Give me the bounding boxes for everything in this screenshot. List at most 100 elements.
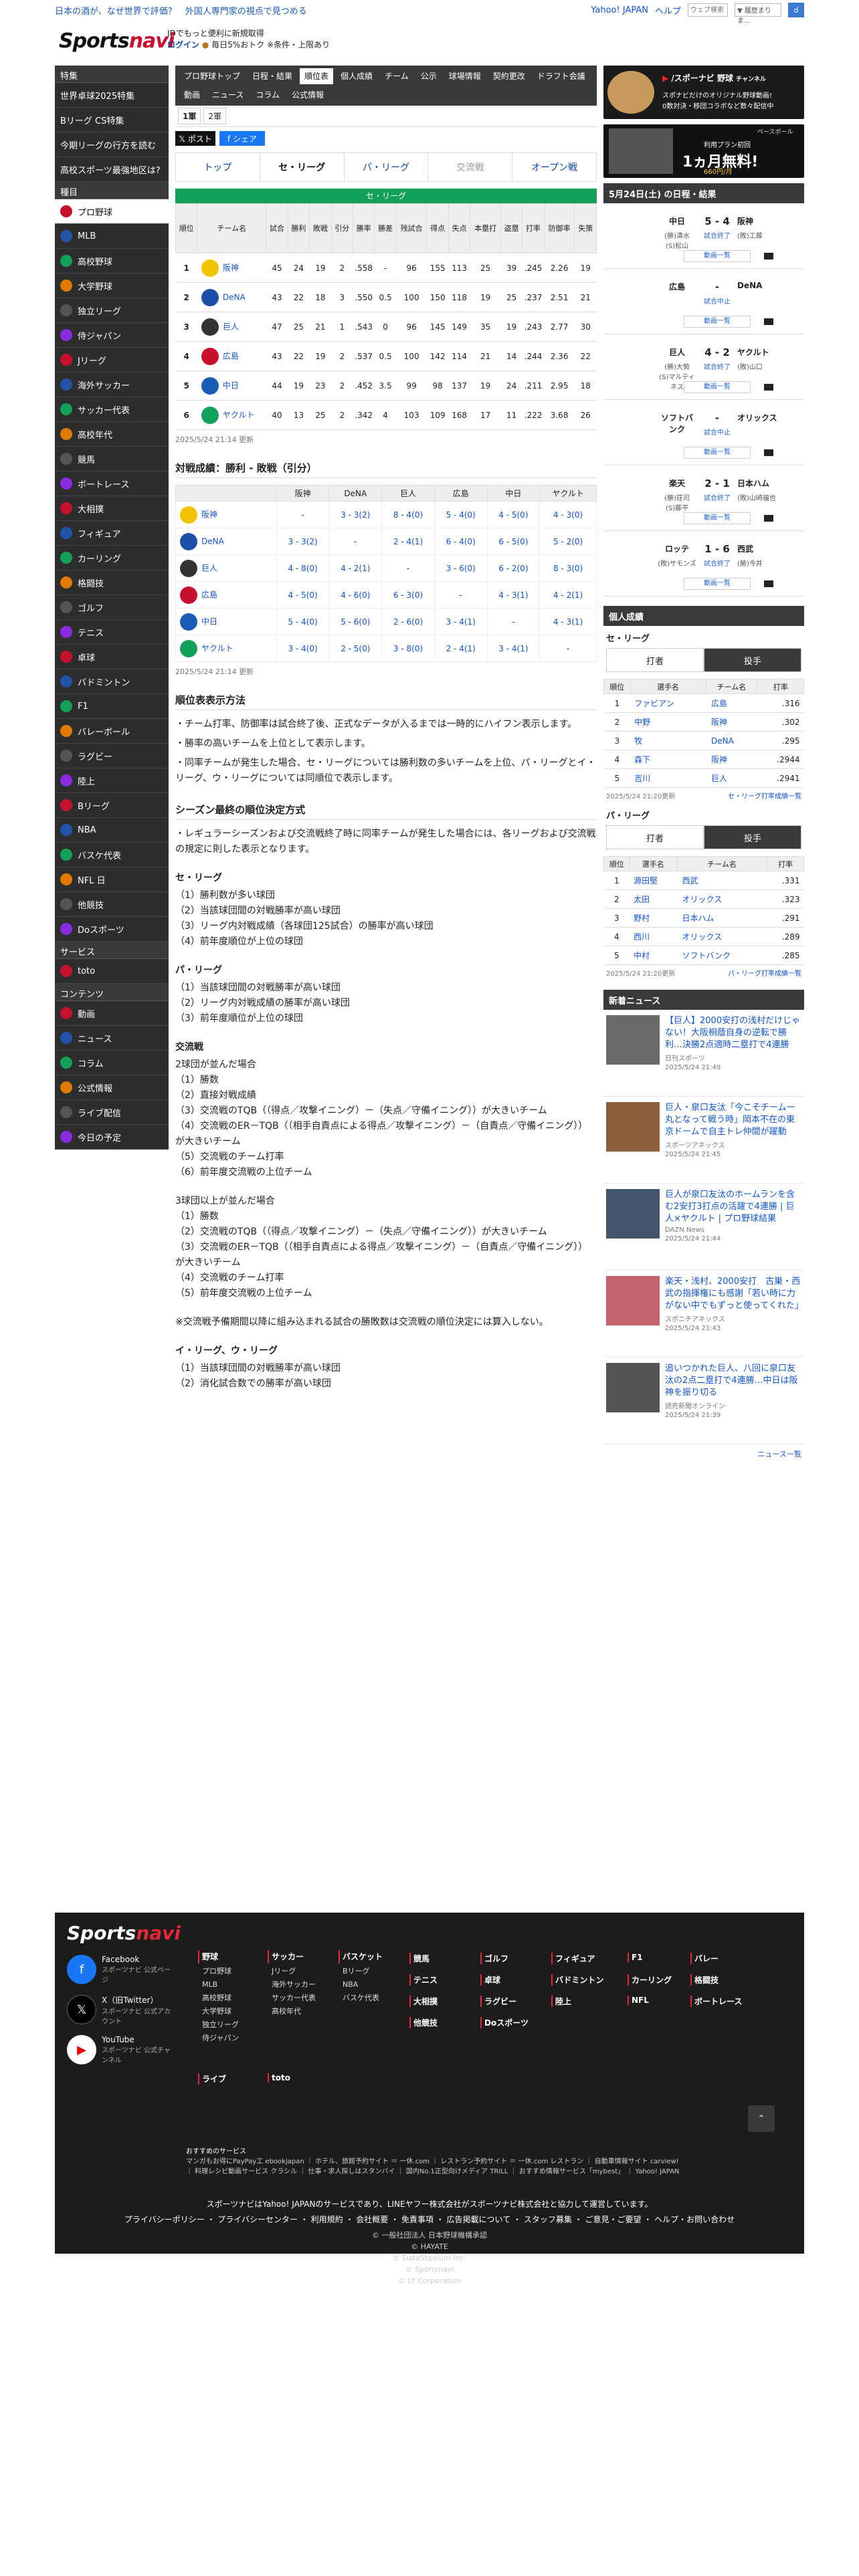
h2h-cell[interactable]: 巨人 (175, 554, 277, 582)
footer-sport-link[interactable]: バレー (690, 1953, 719, 1964)
h2h-cell[interactable]: 4 - 6(0) (328, 581, 383, 609)
sidebar-item[interactable]: 卓球 (55, 645, 169, 669)
game-score[interactable]: 4 - 2 (690, 346, 744, 358)
news-thumbnail[interactable] (606, 1276, 660, 1325)
ind-cell[interactable]: 中村 (630, 946, 677, 965)
tab-item[interactable]: 契約更改 (488, 68, 530, 84)
sidebar-item[interactable]: 公式情報 (55, 1075, 169, 1100)
team-link[interactable]: 巨人 (201, 563, 217, 572)
points-text[interactable]: 毎日5%おトク ※条件・上限あり (211, 40, 330, 49)
footer-col-item[interactable]: 侍ジャパン (198, 2032, 239, 2045)
footer-col-item[interactable]: NBA (339, 1978, 383, 1992)
sidebar-item[interactable]: Bリーグ (55, 793, 169, 818)
sidebar-item[interactable]: ラグビー (55, 744, 169, 768)
sidebar-item[interactable]: フィギュア (55, 521, 169, 546)
footer-col-item[interactable]: 大学野球 (198, 2005, 239, 2018)
game-status[interactable]: 試合終了 (690, 361, 744, 371)
tab-item[interactable]: チーム (380, 68, 413, 84)
ind-ce-batter-tab[interactable]: 打者 (606, 648, 704, 672)
sidebar-item[interactable]: 今期リーグの行方を読む (55, 132, 169, 157)
h2h-cell[interactable]: 5 - 6(0) (328, 608, 383, 635)
h2h-cell[interactable]: 2 - 5(0) (328, 635, 383, 662)
sidebar-item[interactable]: カーリング (55, 546, 169, 570)
h2h-cell[interactable]: 5 - 2(0) (539, 528, 597, 555)
footer-sport-link[interactable]: バドミントン (551, 1974, 603, 1985)
h2h-cell[interactable]: 広島 (175, 581, 277, 609)
news-title[interactable]: 【巨人】2000安打の浅村だけじゃない！大阪桐蔭自身の逆転で勝利…決勝2点適時二… (665, 1015, 801, 1051)
footer-live[interactable]: ライブ (198, 2073, 226, 2084)
ind-ce-link[interactable]: セ・リーグ打率成績一覧 (728, 790, 801, 800)
footer-sport-link[interactable]: 大相撲 (409, 1996, 438, 2007)
footer-sport-link[interactable]: カーリング (628, 1974, 672, 1985)
team-link[interactable]: 広島 (223, 351, 239, 360)
game-video-link[interactable]: 動画一覧 (684, 316, 751, 328)
ind-cell[interactable]: 日本ハム (676, 908, 767, 928)
sidebar-item[interactable]: 今日の予定 (55, 1125, 169, 1150)
sidebar-item[interactable]: toto (55, 959, 169, 984)
footer-col-item[interactable]: MLB (198, 1978, 239, 1992)
h2h-cell[interactable]: 2 - 6(0) (381, 608, 435, 635)
tab-item[interactable]: 動画 (179, 87, 205, 103)
sidebar-item[interactable]: 動画 (55, 1001, 169, 1026)
footer-toto[interactable]: toto (268, 2073, 290, 2082)
footer-col-item[interactable]: バスケ代表 (339, 1992, 383, 2005)
sidebar-item[interactable]: 競馬 (55, 447, 169, 471)
ind-cell[interactable]: 阪神 (706, 750, 757, 769)
back-to-top-button[interactable]: ⌃ (748, 2105, 775, 2132)
game-video-link[interactable]: 動画一覧 (684, 447, 751, 459)
news-item[interactable]: 巨人が泉口友汰のホームランを含む2安打3打点の活躍で4連勝 | 巨人×ヤクルト … (603, 1184, 804, 1271)
team-link[interactable]: DeNA (201, 536, 224, 546)
sidebar-item[interactable]: コラム (55, 1051, 169, 1075)
h2h-cell[interactable]: 4 - 8(0) (276, 554, 330, 582)
h2h-cell[interactable]: 6 - 5(0) (486, 528, 541, 555)
h2h-cell[interactable]: 3 - 3(2) (276, 528, 330, 555)
ind-cell[interactable]: 源田堅 (630, 871, 677, 890)
h2h-cell[interactable]: 6 - 3(0) (381, 581, 435, 609)
game-away-team[interactable]: DeNA (737, 281, 791, 290)
tab-item[interactable]: ドラフト会議 (533, 68, 590, 84)
sidebar-item[interactable]: サッカー代表 (55, 397, 169, 422)
footer-links[interactable]: プライバシーポリシー ・ プライバシーセンター ・ 利用規約 ・ 会社概要 ・ … (55, 2214, 804, 2226)
ind-cell[interactable]: 森下 (630, 750, 706, 769)
sidebar-item[interactable]: 格闘技 (55, 570, 169, 595)
game-status[interactable]: 試合中止 (690, 296, 744, 306)
standings-cell[interactable]: 中日 (197, 370, 266, 401)
squad-tab[interactable]: 2軍 (203, 108, 226, 124)
sidebar-item[interactable]: NBA (55, 818, 169, 843)
news-title[interactable]: 追いつかれた巨人、八回に泉口友汰の2点二塁打で4連勝…中日は阪神を振り切る (665, 1363, 801, 1399)
footer-sport-link[interactable]: NFL (628, 1996, 649, 2005)
team-link[interactable]: ヤクルト (201, 643, 233, 653)
h2h-cell[interactable]: 8 - 4(0) (381, 501, 435, 528)
news-item[interactable]: 【巨人】2000安打の浅村だけじゃない！大阪桐蔭自身の逆転で勝利…決勝2点適時二… (603, 1010, 804, 1097)
h2h-cell[interactable]: 5 - 4(0) (434, 501, 488, 528)
sidebar-item[interactable]: ゴルフ (55, 595, 169, 620)
game-away-team[interactable]: オリックス (737, 412, 791, 423)
sportsnavi-logo[interactable]: Sportsnavi (59, 29, 175, 53)
ind-cell[interactable]: ソフトバンク (676, 946, 767, 965)
game-status[interactable]: 試合終了 (690, 558, 744, 568)
footer-col-head[interactable]: サッカー (268, 1950, 316, 1963)
game-score[interactable]: 5 - 4 (690, 215, 744, 227)
sidebar-item[interactable]: Bリーグ CS特集 (55, 108, 169, 132)
news-thumbnail[interactable] (606, 1015, 660, 1065)
standings-cell[interactable]: DeNA (197, 282, 266, 312)
yahoo-link[interactable]: Yahoo! JAPAN (591, 5, 648, 15)
tab-item[interactable]: 個人成績 (336, 68, 377, 84)
sidebar-item[interactable]: MLB (55, 224, 169, 249)
footer-sport-link[interactable]: 卓球 (480, 1974, 500, 1985)
league-tab[interactable]: セ・リーグ (260, 153, 345, 181)
ind-cell[interactable]: 吉川 (630, 768, 706, 788)
footer-sport-link[interactable]: ラグビー (480, 1996, 516, 2007)
game-score[interactable]: 1 - 6 (690, 543, 744, 555)
ind-cell[interactable]: 西武 (676, 871, 767, 890)
team-link[interactable]: ヤクルト (223, 410, 255, 419)
h2h-cell[interactable]: 8 - 3(0) (539, 554, 597, 582)
footer-col-item[interactable]: 高校年代 (268, 2005, 316, 2018)
h2h-cell[interactable]: 5 - 4(0) (276, 608, 330, 635)
news-title[interactable]: 楽天・浅村、2000安打 古巣・西武の指揮権にも感謝「若い時に力がない中でもずっ… (665, 1276, 803, 1312)
game-status[interactable]: 試合終了 (690, 230, 744, 240)
footer-col-item[interactable]: 海外サッカー (268, 1978, 316, 1992)
baseball-channel-banner[interactable]: ▶ /スポーナビ 野球 チャンネル スポナビだけのオリジナル野球動画! 0数対決… (603, 66, 804, 119)
standings-cell[interactable]: ヤクルト (197, 400, 266, 430)
facebook-link[interactable]: f Facebook スポーツナビ 公式ページ (67, 1951, 174, 1988)
